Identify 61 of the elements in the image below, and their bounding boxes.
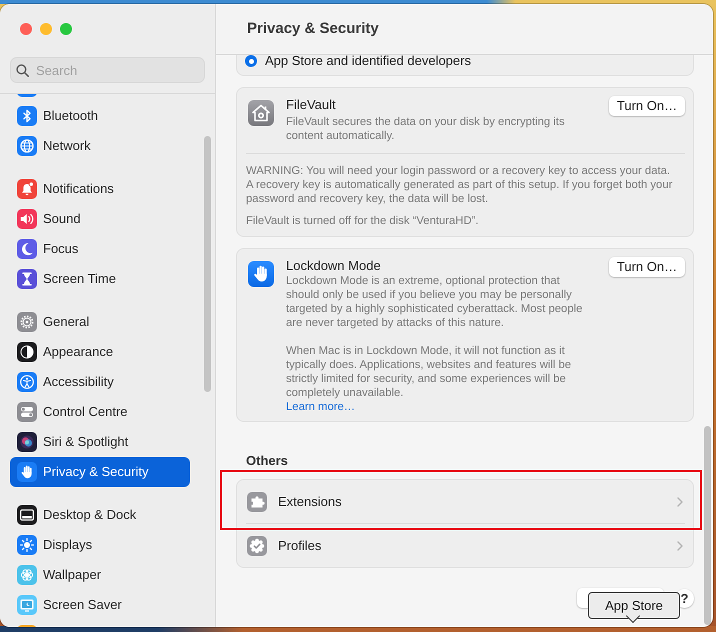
house-icon	[248, 100, 274, 126]
window-title: Privacy & Security	[247, 18, 379, 39]
sidebar-item[interactable]: Focus	[10, 234, 190, 264]
warning-text: WARNING: You will need your login password or a recovery key to access your data. A recovery key is automatically generated as part of this setup. If you forget both your password and recovery key, the data will be lost.	[246, 164, 674, 206]
hand-icon	[17, 462, 37, 482]
turn-on-button[interactable]: Turn On…	[609, 257, 685, 277]
sidebar-item[interactable]: Privacy & Security	[10, 457, 190, 487]
close-icon[interactable]	[20, 23, 32, 35]
description-text: FileVault secures the data on your disk by encrypting its content automatically.	[286, 115, 566, 143]
screen-icon	[17, 595, 37, 615]
sidebar-item[interactable]: General	[10, 307, 190, 337]
zoom-icon[interactable]	[60, 23, 72, 35]
puzzle-icon	[247, 492, 267, 512]
globe-icon	[17, 136, 37, 156]
sidebar-item[interactable]: Accessibility	[10, 367, 190, 397]
section-heading: Others	[245, 453, 289, 469]
turn-on-button[interactable]: Turn On…	[609, 96, 685, 116]
bell-icon	[17, 179, 37, 199]
settings-row[interactable]: Profiles	[237, 524, 693, 567]
speaker-icon	[17, 209, 37, 229]
sidebar-item[interactable]: Desktop & Dock	[10, 500, 190, 530]
orb-icon	[17, 432, 37, 452]
hourglass-icon	[17, 269, 37, 289]
radio-button[interactable]	[245, 55, 257, 67]
bluetooth-icon	[17, 106, 37, 126]
section-title: FileVault	[286, 97, 337, 113]
scrollbar-thumb[interactable]	[704, 426, 711, 625]
gear-icon	[17, 312, 37, 332]
sidebar-item[interactable]: Appearance	[10, 337, 190, 367]
sidebar-item[interactable]: Screen Time	[10, 264, 190, 294]
hand-icon	[248, 261, 274, 287]
toggles-icon	[17, 402, 37, 422]
flower-icon	[17, 565, 37, 585]
sidebar-item[interactable]: Network	[10, 131, 190, 161]
sun-icon	[17, 535, 37, 555]
dock-icon	[17, 505, 37, 525]
contrast-icon	[17, 342, 37, 362]
sidebar-item[interactable]: Sound	[10, 204, 190, 234]
minimize-icon[interactable]	[40, 23, 52, 35]
description-text: When Mac is in Lockdown Mode, it will not function as it typically does. Applications, websites and features will be strictly limited for security, and some experiences will be completely unavailable.	[286, 344, 572, 400]
learn-more-link[interactable]: Learn more…	[286, 400, 356, 414]
settings-row[interactable]: Extensions	[237, 480, 693, 523]
radio-label: App Store and identified developers	[265, 55, 471, 67]
chevron-right-icon	[677, 540, 683, 550]
sidebar-item[interactable]: Notifications	[10, 174, 190, 204]
person-icon	[17, 372, 37, 392]
sidebar-item[interactable]: Screen Saver	[10, 590, 190, 620]
search-field[interactable]: Search	[10, 57, 205, 83]
checkmark-badge-icon	[247, 536, 267, 556]
status-text: FileVault is turned off for the disk “VenturaHD”.	[246, 214, 480, 228]
sidebar-item[interactable]: Wallpaper	[10, 560, 190, 590]
sidebar-item[interactable]: Bluetooth	[10, 101, 190, 131]
chevron-right-icon	[677, 496, 683, 506]
description-text: Lockdown Mode is an extreme, optional protection that should only be used if you believe you may be personally targeted by a highly sophisticated cyberattack. Most people are never targeted by attacks of this nature.	[286, 274, 584, 330]
sidebar-item[interactable]: Control Centre	[10, 397, 190, 427]
scrollbar-thumb[interactable]	[204, 136, 211, 392]
section-title: Lockdown Mode	[286, 258, 382, 274]
sidebar-item[interactable]: Siri & Spotlight	[10, 427, 190, 457]
moon-icon	[17, 239, 37, 259]
search-icon	[16, 64, 29, 77]
sidebar-item[interactable]: Displays	[10, 530, 190, 560]
